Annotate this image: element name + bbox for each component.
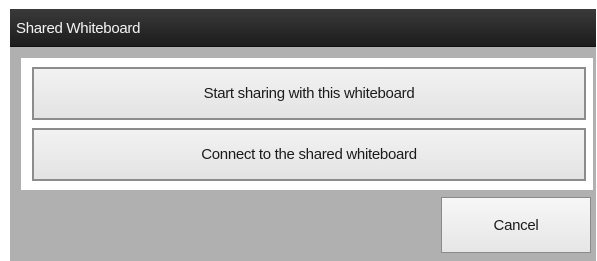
connect-shared-whiteboard-button[interactable]: Connect to the shared whiteboard xyxy=(32,128,586,181)
options-panel: Start sharing with this whiteboard Conne… xyxy=(21,58,593,190)
dialog-title: Shared Whiteboard xyxy=(16,20,141,37)
cancel-button[interactable]: Cancel xyxy=(441,197,591,253)
start-sharing-button[interactable]: Start sharing with this whiteboard xyxy=(32,67,586,120)
shared-whiteboard-dialog: Shared Whiteboard Start sharing with thi… xyxy=(10,9,596,261)
title-bar: Shared Whiteboard xyxy=(10,9,596,47)
